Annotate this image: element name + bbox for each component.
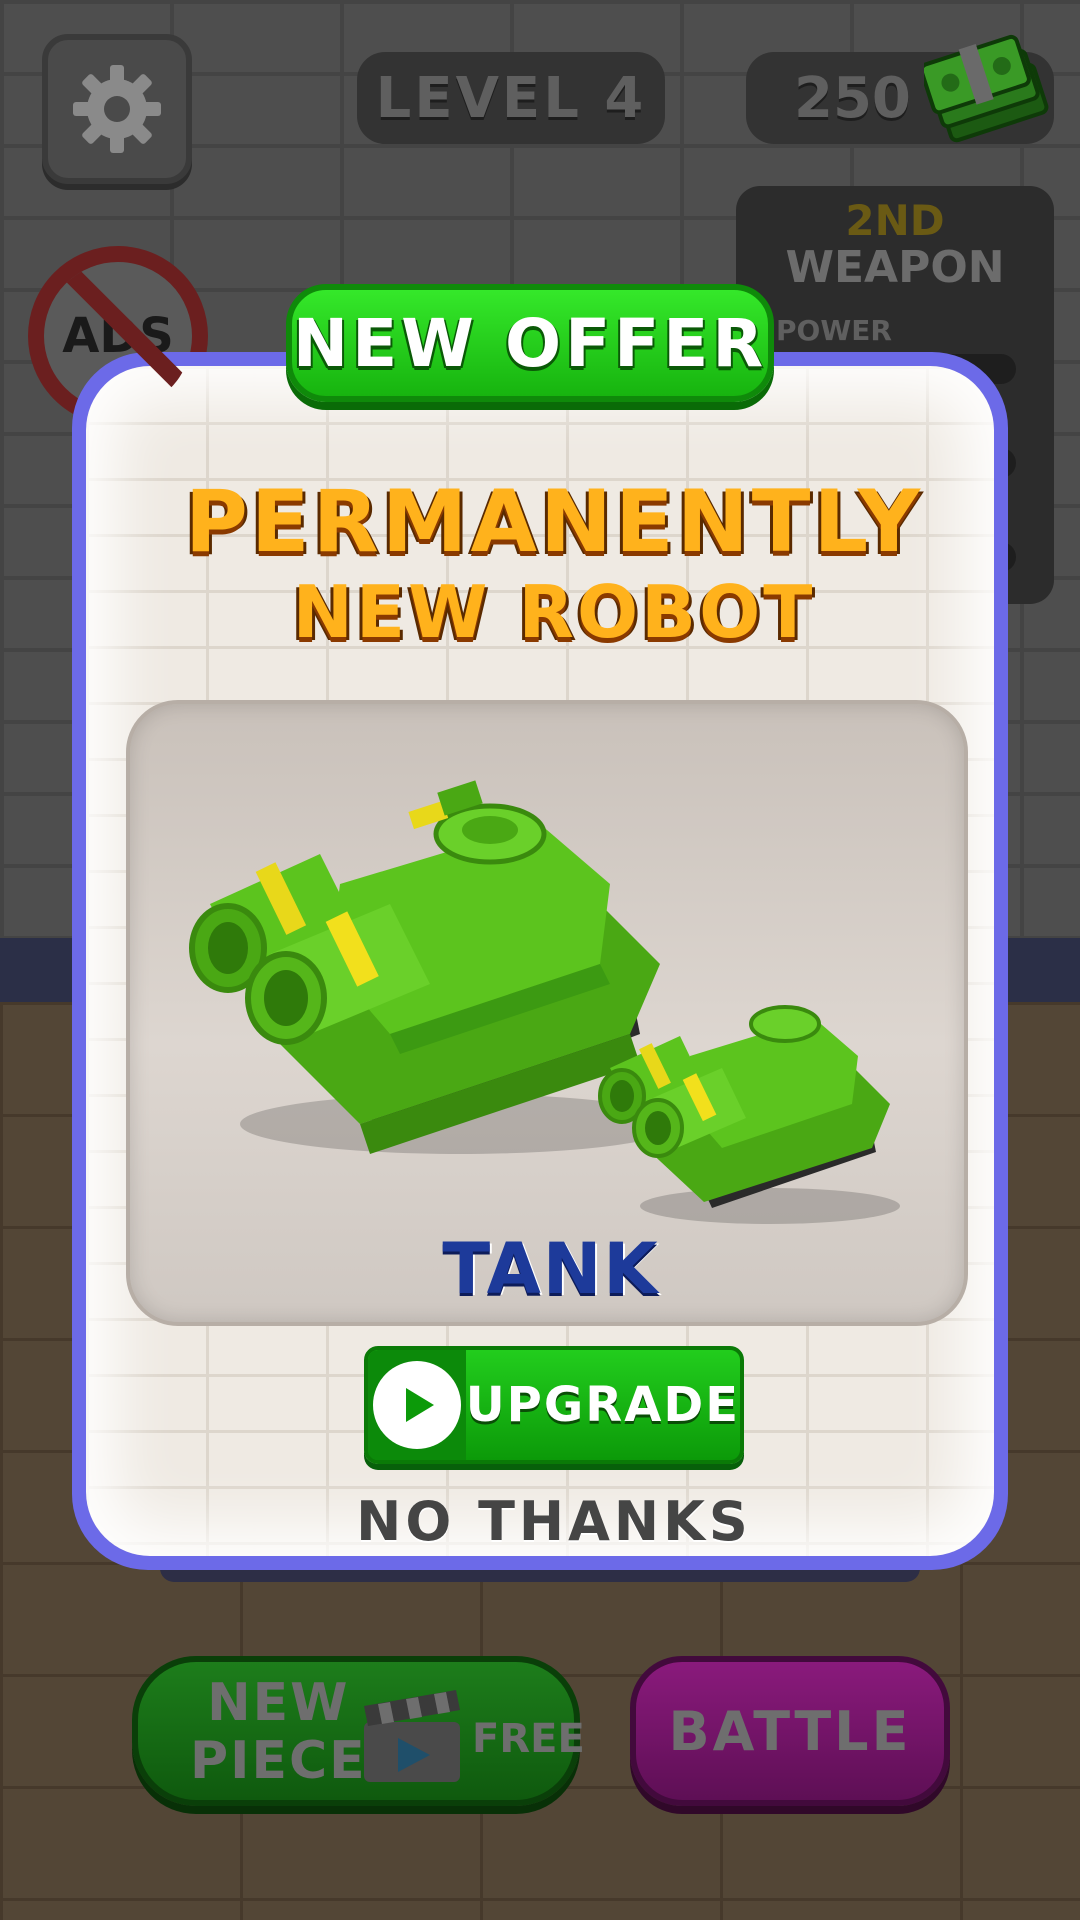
new-offer-banner: NEW OFFER — [286, 284, 774, 402]
weapon-title: WEAPON — [785, 242, 1005, 293]
battle-label: BATTLE — [668, 1699, 912, 1763]
offer-subheadline: NEW ROBOT — [292, 570, 816, 654]
weapon-stat-label: POWER — [776, 314, 892, 347]
offer-headline: PERMANENTLY — [184, 472, 924, 572]
cash-amount: 250 — [794, 65, 911, 131]
tank-robot-small-image — [598, 1005, 900, 1224]
new-offer-modal: PERMANENTLY NEW ROBOT TANK UPGRADE NO TH… — [72, 352, 1008, 1570]
level-indicator: LEVEL 4 — [357, 52, 665, 144]
clapperboard-icon — [364, 1690, 460, 1782]
play-icon — [372, 1361, 461, 1449]
upgrade-button[interactable]: UPGRADE — [364, 1346, 744, 1464]
new-piece-label: NEW PIECE — [190, 1674, 367, 1790]
gear-icon — [73, 65, 161, 153]
new-piece-line-2: PIECE — [190, 1731, 367, 1791]
upgrade-label: UPGRADE — [465, 1377, 740, 1433]
robot-name: TANK — [442, 1228, 660, 1310]
modal-body: PERMANENTLY NEW ROBOT TANK UPGRADE NO TH… — [86, 366, 994, 1556]
new-piece-button[interactable]: NEW PIECE FREE — [132, 1656, 585, 1806]
weapon-tier: 2ND — [845, 196, 945, 245]
free-label: FREE — [472, 1716, 585, 1762]
settings-button[interactable] — [42, 34, 192, 184]
robot-showcase: TANK — [126, 700, 968, 1326]
no-thanks-button[interactable]: NO THANKS — [86, 1490, 994, 1553]
new-piece-line-1: NEW — [207, 1673, 350, 1733]
cash-stack-icon — [924, 34, 1049, 143]
battle-button[interactable]: BATTLE — [630, 1656, 950, 1806]
level-label: LEVEL 4 — [375, 65, 647, 131]
upgrade-icon-zone — [368, 1350, 466, 1460]
